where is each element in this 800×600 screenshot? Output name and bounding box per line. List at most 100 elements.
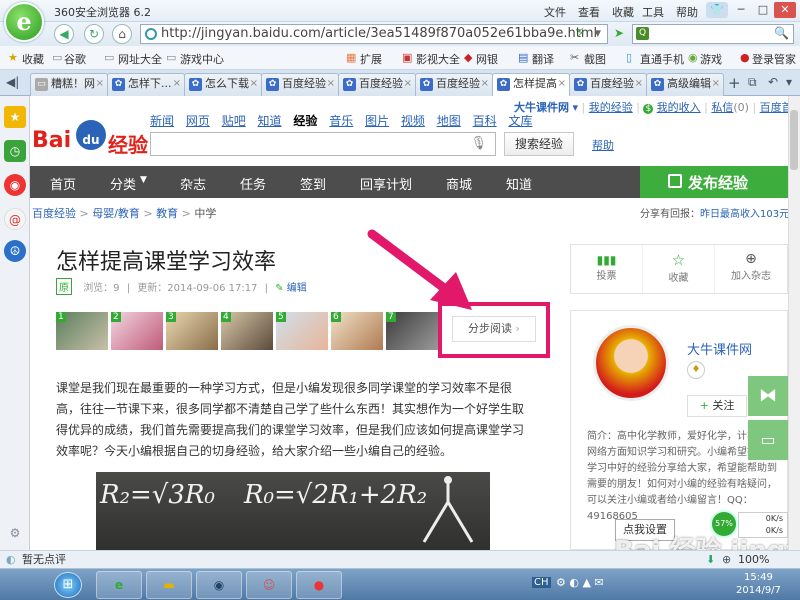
site-search-input[interactable]: 🎙	[150, 132, 496, 156]
zoom-level[interactable]: 100%	[738, 551, 769, 568]
tray-icons[interactable]: ⚙ ◐ ▲ ✉	[556, 576, 604, 589]
main-nav-reward-plan[interactable]: 回享计划	[360, 174, 412, 193]
edit-link[interactable]: 编辑	[287, 283, 307, 294]
chevron-down-icon[interactable]: ▾	[573, 101, 579, 114]
microphone-icon[interactable]: 🎙	[470, 136, 487, 151]
main-nav-zhidao[interactable]: 知道	[506, 174, 532, 193]
step-thumb[interactable]: 7	[386, 312, 438, 350]
tab-item[interactable]: ▭ 糟糕！网 ×	[30, 73, 108, 96]
speed-arrow-icon[interactable]: ➤	[614, 26, 624, 40]
tool-translate[interactable]: 翻译	[532, 51, 554, 67]
tool-games[interactable]: 游戏	[700, 51, 722, 67]
fav-google[interactable]: 谷歌	[64, 51, 86, 67]
main-nav-home[interactable]: 首页	[50, 174, 76, 193]
back-icon[interactable]: ◀	[54, 24, 74, 44]
tab-item[interactable]: ✿ 怎么下载 ×	[184, 73, 262, 96]
refresh-icon[interactable]: ↻	[84, 24, 104, 44]
tool-video[interactable]: 影视大全	[416, 51, 460, 67]
url-input[interactable]: http://jingyan.baidu.com/article/3ea5148…	[140, 24, 608, 44]
breadcrumb-item[interactable]: 百度经验	[32, 207, 76, 220]
search-input[interactable]: Q 🔍	[632, 24, 794, 44]
help-link[interactable]: 帮助	[592, 137, 614, 153]
taskbar-browser[interactable]: e	[96, 571, 142, 599]
menu-favorites[interactable]: 收藏	[612, 4, 634, 20]
close-icon[interactable]: ×	[96, 74, 104, 94]
nav-news[interactable]: 新闻	[150, 114, 174, 128]
zoom-icon[interactable]: ⊕	[722, 551, 731, 568]
main-nav-magazine[interactable]: 杂志	[180, 174, 206, 193]
tab-list-icon[interactable]: ▾	[786, 75, 792, 89]
share-reward-link[interactable]: 昨日最高收入103元	[700, 209, 788, 220]
nav-video[interactable]: 视频	[401, 114, 425, 128]
chevron-down-icon[interactable]: ▼	[140, 175, 147, 185]
step-read-button[interactable]: 分步阅读 ›	[452, 316, 536, 342]
publish-experience-button[interactable]: 发布经验	[640, 166, 788, 198]
step-thumb[interactable]: 4	[221, 312, 273, 350]
close-icon[interactable]: ×	[250, 74, 258, 94]
url-dropdown-icon[interactable]: ▾	[594, 25, 601, 43]
baidu-home-link[interactable]: 百度首页	[760, 101, 788, 114]
fav-game-center[interactable]: 游戏中心	[180, 51, 224, 67]
gear-icon[interactable]: ⚙	[4, 522, 26, 544]
nav-wenku[interactable]: 文库	[508, 114, 532, 128]
menu-file[interactable]: 文件	[544, 4, 566, 20]
tab-item[interactable]: ✿ 怎样下... ×	[107, 73, 185, 96]
nav-baike[interactable]: 百科	[473, 114, 497, 128]
tab-item[interactable]: ✿ 百度经验 ×	[569, 73, 647, 96]
lightning-icon[interactable]: ⚡	[576, 25, 585, 43]
tab-item[interactable]: ✿ 百度经验 ×	[415, 73, 493, 96]
vote-button[interactable]: ▮▮▮ 投票	[571, 245, 643, 293]
menu-tools[interactable]: 工具	[642, 4, 664, 20]
tool-phone[interactable]: 直通手机	[640, 51, 684, 67]
skin-icon[interactable]: 👕	[706, 2, 728, 18]
collect-button[interactable]: ☆ 收藏	[643, 245, 715, 293]
tab-item-active[interactable]: ✿ 怎样提高 ×	[492, 73, 570, 96]
my-experience-link[interactable]: 我的经验	[589, 101, 633, 114]
nav-images[interactable]: 图片	[365, 114, 389, 128]
minimize-button[interactable]: ─	[730, 2, 752, 18]
sidebar-toggle-icon[interactable]: ◀|	[6, 75, 19, 89]
tool-screenshot[interactable]: 截图	[584, 51, 606, 67]
main-nav-mall[interactable]: 商城	[446, 174, 472, 193]
baidu-jingyan-logo[interactable]: Bai du 经验	[32, 120, 152, 157]
undo-close-icon[interactable]: ↶	[768, 75, 778, 89]
step-thumb[interactable]: 6	[331, 312, 383, 350]
nav-map[interactable]: 地图	[437, 114, 461, 128]
taskbar-media[interactable]: ◉	[196, 571, 242, 599]
comment-float-button[interactable]: ▭	[748, 420, 788, 460]
fav-collect[interactable]: 收藏	[22, 51, 44, 67]
weibo-icon[interactable]: ◉	[4, 174, 26, 196]
my-income-link[interactable]: 我的收入	[657, 101, 701, 114]
author-avatar[interactable]	[593, 325, 669, 401]
clock-icon[interactable]: ◷	[4, 140, 26, 162]
step-thumb[interactable]: 1	[56, 312, 108, 350]
nav-zhidao[interactable]: 知道	[258, 114, 282, 128]
taskbar-contacts[interactable]: ☺	[246, 571, 292, 599]
new-tab-icon[interactable]: +	[728, 74, 741, 92]
close-icon[interactable]: ×	[558, 74, 566, 94]
start-button[interactable]: ⊞	[54, 572, 82, 598]
tab-item[interactable]: ✿ 百度经验 ×	[261, 73, 339, 96]
search-experience-button[interactable]: 搜索经验	[504, 132, 574, 156]
mail-icon[interactable]: @	[4, 208, 26, 230]
tool-bank[interactable]: 网银	[476, 51, 498, 67]
download-icon[interactable]: ⬇	[706, 551, 715, 568]
window-switch-icon[interactable]: ⧉	[748, 75, 757, 90]
menu-help[interactable]: 帮助	[676, 4, 698, 20]
search-engine-icon[interactable]: Q	[636, 27, 649, 40]
close-icon[interactable]: ×	[173, 74, 181, 94]
main-nav-checkin[interactable]: 签到	[300, 174, 326, 193]
close-icon[interactable]: ×	[635, 74, 643, 94]
step-thumb[interactable]: 2	[111, 312, 163, 350]
menu-view[interactable]: 查看	[578, 4, 600, 20]
close-icon[interactable]: ×	[712, 74, 720, 94]
favorites-star-icon[interactable]: ★	[4, 106, 26, 128]
author-name[interactable]: 大牛课件网	[687, 339, 752, 358]
main-nav-category[interactable]: 分类	[110, 174, 136, 193]
search-icon[interactable]: 🔍	[774, 26, 789, 40]
nav-music[interactable]: 音乐	[329, 114, 353, 128]
app-icon[interactable]: ☮	[4, 240, 26, 262]
tool-login[interactable]: 登录管家	[752, 51, 796, 67]
add-to-magazine-button[interactable]: ⊕ 加入杂志	[715, 245, 787, 293]
maximize-button[interactable]: □	[752, 2, 774, 18]
